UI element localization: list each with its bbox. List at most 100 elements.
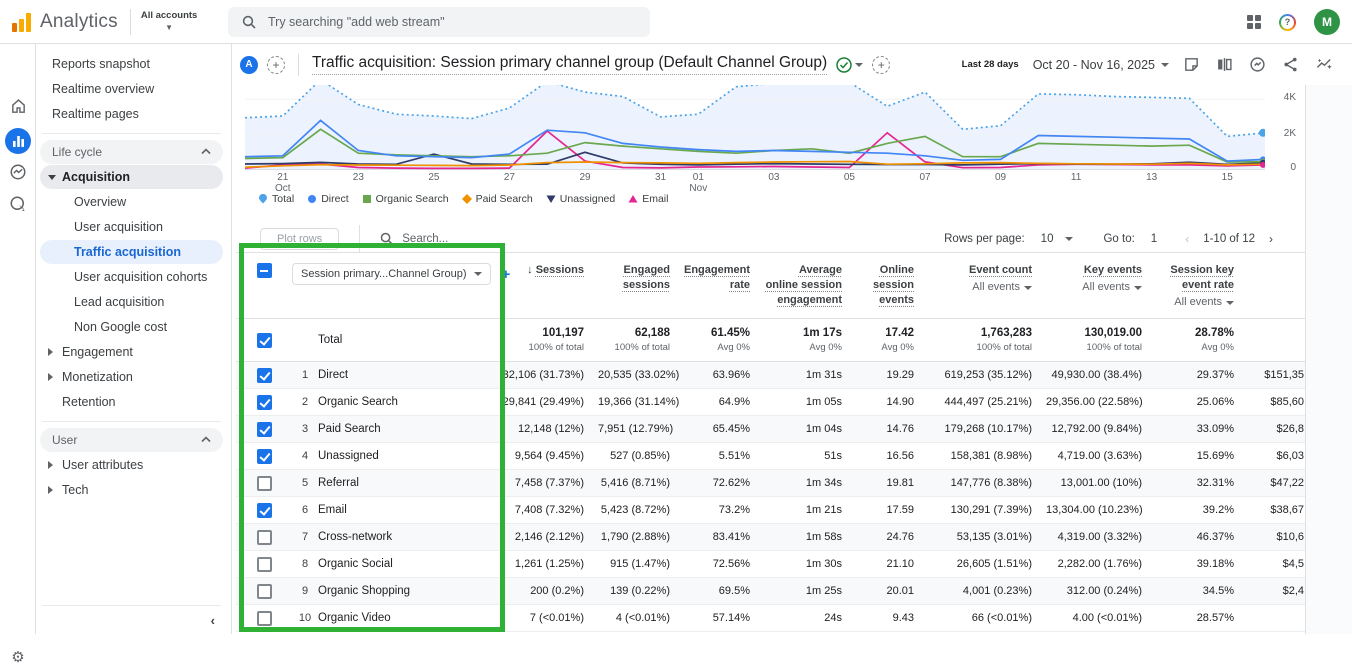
sidebar-item-overview[interactable]: Overview — [40, 190, 223, 214]
rows-per-page-value[interactable]: 10 — [1041, 233, 1054, 245]
note-icon[interactable] — [1183, 56, 1200, 73]
row-checkbox-cross-network[interactable] — [236, 530, 292, 545]
explore-icon[interactable] — [0, 195, 36, 213]
sidebar-item-user-acquisition[interactable]: User acquisition — [40, 215, 223, 239]
legend-item-email[interactable]: Email — [628, 193, 668, 205]
goto-value[interactable]: 1 — [1151, 233, 1157, 245]
metric-cell: 12,792.00 (9.84%) — [1046, 423, 1156, 435]
metric-cell: 19.81 — [856, 477, 928, 489]
legend-item-unassigned[interactable]: Unassigned — [546, 193, 615, 205]
column-header-sessions[interactable]: ↓ Sessions — [502, 263, 598, 278]
column-header-engagement-rate[interactable]: Engagement rate — [684, 263, 764, 293]
sidebar-item-lead-acquisition[interactable]: Lead acquisition — [40, 290, 223, 314]
user-avatar[interactable]: M — [1314, 9, 1340, 35]
column-subheader[interactable]: All events — [1046, 280, 1142, 295]
sidebar-item-life-cycle[interactable]: Life cycle — [40, 140, 223, 164]
previous-page-icon[interactable]: ‹ — [1179, 232, 1195, 246]
caret-collapsed-icon[interactable] — [48, 461, 53, 469]
divider — [42, 133, 221, 134]
insights-icon[interactable] — [1315, 56, 1334, 73]
chevron-up-icon[interactable] — [201, 148, 211, 155]
collapse-sidebar-icon[interactable]: ‹ — [211, 613, 215, 628]
table-row-direct[interactable]: 1Direct32,106 (31.73%)20,535 (33.02%)63.… — [236, 362, 1305, 389]
table-row-organic-shopping[interactable]: 9Organic Shopping200 (0.2%)139 (0.22%)69… — [236, 578, 1305, 605]
share-icon[interactable] — [1282, 56, 1299, 73]
global-search-input[interactable]: Try searching "add web stream" — [228, 7, 650, 37]
caret-expanded-icon[interactable] — [48, 175, 56, 180]
row-checkbox-paid-search[interactable] — [236, 422, 292, 437]
row-checkbox-organic-video[interactable] — [236, 611, 292, 626]
legend-item-organic-search[interactable]: Organic Search — [362, 193, 449, 205]
column-header-engaged-sessions[interactable]: Engaged sessions — [598, 263, 684, 293]
column-header-session-key-event-rate[interactable]: Session key event rateAll events — [1156, 263, 1248, 310]
sidebar-item-traffic-acquisition[interactable]: Traffic acquisition — [40, 240, 223, 264]
legend-item-total[interactable]: Total — [258, 193, 294, 205]
add-report-icon[interactable]: + — [872, 56, 890, 74]
clock-icon[interactable] — [1249, 56, 1266, 73]
date-range-picker[interactable]: Oct 20 - Nov 16, 2025 — [1033, 58, 1169, 72]
next-page-icon[interactable]: › — [1263, 232, 1279, 246]
sidebar-item-user-acquisition-cohorts[interactable]: User acquisition cohorts — [40, 265, 223, 289]
sidebar-item-monetization[interactable]: Monetization — [40, 365, 223, 389]
table-row-organic-social[interactable]: 8Organic Social1,261 (1.25%)915 (1.47%)7… — [236, 551, 1305, 578]
reports-icon-active[interactable] — [0, 128, 36, 154]
table-row-organic-video[interactable]: 10Organic Video7 (<0.01%)4 (<0.01%)57.14… — [236, 605, 1305, 632]
row-checkbox-unassigned[interactable] — [236, 449, 292, 464]
column-subheader[interactable]: All events — [1156, 295, 1234, 310]
table-row-email[interactable]: 6Email7,408 (7.32%)5,423 (8.72%)73.2%1m … — [236, 497, 1305, 524]
sidebar-item-engagement[interactable]: Engagement — [40, 340, 223, 364]
admin-gear-icon[interactable]: ⚙ — [0, 648, 36, 666]
row-checkbox-organic-social[interactable] — [236, 557, 292, 572]
comparisons-icon[interactable] — [1216, 56, 1233, 73]
help-icon[interactable]: ? — [1279, 14, 1296, 31]
sidebar-item-reports-snapshot[interactable]: Reports snapshot — [40, 52, 223, 76]
select-all-checkbox[interactable] — [236, 263, 292, 278]
sidebar-item-retention[interactable]: Retention — [40, 390, 223, 414]
legend-item-direct[interactable]: Direct — [307, 193, 348, 205]
row-checkbox-direct[interactable] — [236, 368, 292, 383]
column-header-label: Engaged sessions — [623, 264, 670, 291]
caret-collapsed-icon[interactable] — [48, 348, 53, 356]
row-checkbox-email[interactable] — [236, 503, 292, 518]
table-search-input[interactable]: Search... — [380, 232, 448, 245]
table-row-organic-search[interactable]: 2Organic Search29,841 (29.49%)19,366 (31… — [236, 389, 1305, 416]
row-checkbox-organic-shopping[interactable] — [236, 584, 292, 599]
caret-collapsed-icon[interactable] — [48, 373, 53, 381]
plot-rows-button[interactable]: Plot rows — [260, 228, 339, 250]
column-header-average-online-session-engagement[interactable]: Average online session engagement — [764, 263, 856, 308]
table-row-referral[interactable]: 5Referral7,458 (7.37%)5,416 (8.71%)72.62… — [236, 470, 1305, 497]
apps-grid-icon[interactable] — [1247, 15, 1261, 29]
home-icon[interactable] — [0, 98, 36, 115]
account-switcher[interactable]: All accounts ▼ — [141, 11, 198, 33]
chevron-up-icon[interactable] — [201, 436, 211, 443]
chart-plot-area[interactable] — [245, 85, 1265, 170]
column-subheader[interactable]: All events — [928, 280, 1032, 295]
sidebar-item-non-google-cost[interactable]: Non Google cost — [40, 315, 223, 339]
sidebar-item-user-attributes[interactable]: User attributes — [40, 453, 223, 477]
caret-collapsed-icon[interactable] — [48, 486, 53, 494]
table-row-paid-search[interactable]: 3Paid Search12,148 (12%)7,951 (12.79%)65… — [236, 416, 1305, 443]
dimension-dropdown[interactable]: Session primary...Channel Group) — [292, 263, 491, 285]
chevron-down-icon[interactable] — [1065, 237, 1073, 241]
metric-cell: $10,6 — [1248, 531, 1305, 543]
report-status-dropdown[interactable] — [836, 57, 863, 73]
sidebar-item-user[interactable]: User — [40, 428, 223, 452]
metric-cell: 4,719.00 (3.63%) — [1046, 450, 1156, 462]
row-checkbox-organic-search[interactable] — [236, 395, 292, 410]
sidebar-item-realtime-overview[interactable]: Realtime overview — [40, 77, 223, 101]
sidebar-item-acquisition[interactable]: Acquisition — [40, 165, 223, 189]
add-comparison-icon[interactable]: + — [267, 56, 285, 74]
sidebar-item-realtime-pages[interactable]: Realtime pages — [40, 102, 223, 126]
report-title[interactable]: Traffic acquisition: Session primary cha… — [312, 54, 827, 75]
column-header-online-session-events[interactable]: Online session events — [856, 263, 928, 308]
sidebar-item-tech[interactable]: Tech — [40, 478, 223, 502]
table-row-unassigned[interactable]: 4Unassigned9,564 (9.45%)527 (0.85%)5.51%… — [236, 443, 1305, 470]
row-checkbox-referral[interactable] — [236, 476, 292, 491]
legend-item-paid-search[interactable]: Paid Search — [462, 193, 533, 205]
column-header-event-count[interactable]: Event countAll events — [928, 263, 1046, 295]
total-row-checkbox[interactable] — [236, 333, 292, 348]
property-avatar[interactable]: A — [240, 56, 258, 74]
column-header-key-events[interactable]: Key eventsAll events — [1046, 263, 1156, 295]
advertising-icon[interactable] — [0, 163, 36, 181]
table-row-cross-network[interactable]: 7Cross-network2,146 (2.12%)1,790 (2.88%)… — [236, 524, 1305, 551]
